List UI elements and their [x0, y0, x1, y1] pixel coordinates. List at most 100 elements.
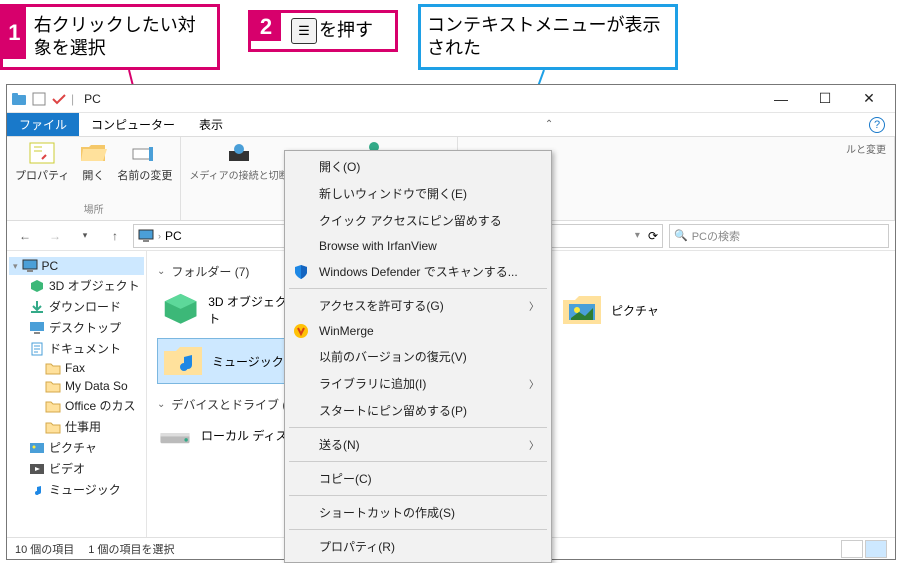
menu-separator [289, 529, 547, 530]
tree-item[interactable]: 3D オブジェクト [9, 275, 144, 296]
context-menu-item[interactable]: ショートカットの作成(S) [287, 499, 549, 526]
open-folder-icon [79, 141, 107, 165]
window-controls: — ☐ ✕ [759, 86, 891, 112]
tab-file[interactable]: ファイル [7, 113, 79, 136]
annotation-2-number: 2 [251, 13, 281, 41]
context-menu-item[interactable]: 送る(N)〉 [287, 431, 549, 458]
address-dropdown-icon[interactable]: ▾ [635, 230, 640, 241]
menu-separator [289, 427, 547, 428]
tree-item[interactable]: デスクトップ [9, 317, 144, 338]
tree-item[interactable]: Fax [9, 359, 144, 377]
tree-item[interactable]: ビデオ [9, 458, 144, 479]
tab-view[interactable]: 表示 [187, 113, 235, 136]
tree-item-label: デスクトップ [49, 319, 121, 336]
context-menu-item[interactable]: プロパティ(R) [287, 533, 549, 560]
ribbon-group-location: プロパティ 開く 名前の変更 場所 [7, 137, 181, 220]
pc-icon [138, 229, 154, 243]
qat-item[interactable] [51, 91, 67, 107]
menu-item-label: アクセスを許可する(G) [319, 297, 444, 314]
context-menu-item[interactable]: Browse with IrfanView [287, 234, 549, 258]
context-menu-item[interactable]: クイック アクセスにピン留めする [287, 207, 549, 234]
close-button[interactable]: ✕ [847, 86, 891, 112]
context-menu: 開く(O)新しいウィンドウで開く(E)クイック アクセスにピン留めするBrows… [284, 150, 552, 563]
ribbon-media-label: メディアの接続と切断 [189, 167, 288, 182]
drives-header-label: デバイスとドライブ (3) [171, 396, 297, 413]
cube-icon [161, 292, 200, 328]
context-menu-item[interactable]: 新しいウィンドウで開く(E) [287, 180, 549, 207]
help-icon[interactable]: ? [869, 117, 885, 133]
menu-item-label: Windows Defender でスキャンする... [319, 263, 518, 280]
doc-icon [29, 342, 45, 356]
folder-item[interactable]: ピクチャ [557, 288, 697, 332]
context-menu-item[interactable]: WinMerge [287, 319, 549, 343]
view-details-button[interactable] [841, 540, 863, 558]
menu-separator [289, 288, 547, 289]
submenu-arrow-icon: 〉 [529, 437, 539, 452]
context-menu-item[interactable]: 開く(O) [287, 153, 549, 180]
tree-item[interactable]: ピクチャ [9, 437, 144, 458]
quick-access-toolbar: | [11, 91, 74, 107]
rename-icon [131, 141, 159, 165]
ribbon-rename-button[interactable]: 名前の変更 [117, 141, 172, 183]
tree-item[interactable]: 仕事用 [9, 416, 144, 437]
context-menu-item[interactable]: Windows Defender でスキャンする... [287, 258, 549, 285]
tree-item[interactable]: My Data So [9, 377, 144, 395]
ribbon-media-button[interactable]: メディアの接続と切断 [189, 141, 288, 182]
minimize-button[interactable]: — [759, 86, 803, 112]
ribbon-group-location-label: 場所 [84, 201, 104, 216]
annotation-1: 1 右クリックしたい対象を選択 [0, 4, 220, 70]
nav-up-button[interactable]: ↑ [103, 224, 127, 248]
tree-item[interactable]: ダウンロード [9, 296, 144, 317]
annotation-1-number: 1 [3, 7, 26, 59]
menu-item-label: プロパティ(R) [319, 538, 395, 555]
qat-item[interactable] [31, 91, 47, 107]
tree-item[interactable]: Office のカス [9, 395, 144, 416]
tab-computer[interactable]: コンピューター [79, 113, 187, 136]
media-icon [225, 141, 253, 165]
menu-item-label: ライブラリに追加(I) [319, 375, 426, 392]
tree-item-label: ドキュメント [49, 340, 121, 357]
drive-icon [157, 421, 193, 449]
nav-back-button[interactable]: ← [13, 224, 37, 248]
window-title: PC [84, 92, 101, 106]
context-menu-item[interactable]: アクセスを許可する(G)〉 [287, 292, 549, 319]
view-icons-button[interactable] [865, 540, 887, 558]
menu-item-label: WinMerge [319, 324, 374, 338]
tree-item[interactable]: ドキュメント [9, 338, 144, 359]
ribbon-properties-button[interactable]: プロパティ [15, 141, 69, 183]
search-placeholder: PCの検索 [692, 228, 740, 244]
maximize-button[interactable]: ☐ [803, 86, 847, 112]
ribbon-tabs: ファイル コンピューター 表示 ⌃ ? [7, 113, 895, 137]
nav-forward-button[interactable]: → [43, 224, 67, 248]
context-menu-item[interactable]: スタートにピン留めする(P) [287, 397, 549, 424]
ribbon-rename-label: 名前の変更 [117, 167, 172, 183]
tree-item-label: Office のカス [65, 397, 135, 414]
picture-icon [29, 441, 45, 455]
folder-label: ミュージック [212, 353, 284, 370]
ribbon-collapse-icon[interactable]: ⌃ [545, 119, 553, 130]
annotation-2: 2 ☰ を押す [248, 10, 398, 52]
nav-recent-dropdown[interactable]: ▾ [73, 224, 97, 248]
desktop-icon [29, 321, 45, 335]
tree-item[interactable]: ミュージック [9, 479, 144, 500]
search-input[interactable]: 🔍 PCの検索 [669, 224, 889, 248]
tree-item-label: ピクチャ [49, 439, 97, 456]
folder-label: 3D オブジェクト [208, 293, 293, 327]
menu-item-label: ショートカットの作成(S) [319, 504, 455, 521]
breadcrumb-chevron-icon[interactable]: › [158, 231, 161, 241]
folders-header-label: フォルダー (7) [171, 263, 249, 280]
folder-icon [45, 361, 61, 375]
context-menu-item[interactable]: 以前のバージョンの復元(V) [287, 343, 549, 370]
ribbon-open-button[interactable]: 開く [79, 141, 107, 183]
picture-icon [561, 292, 603, 328]
folder-item[interactable]: 3D オブジェクト [157, 288, 297, 332]
refresh-button[interactable]: ⟳ [648, 229, 658, 243]
app-icon [11, 91, 27, 107]
address-path: PC [165, 229, 182, 243]
folder-item-selected[interactable]: ミュージック [157, 338, 297, 384]
context-menu-item[interactable]: コピー(C) [287, 465, 549, 492]
pc-icon [22, 259, 38, 273]
ribbon-change-label: ルと変更 [846, 141, 886, 156]
context-menu-item[interactable]: ライブラリに追加(I)〉 [287, 370, 549, 397]
tree-root-pc[interactable]: ▾ PC [9, 257, 144, 275]
